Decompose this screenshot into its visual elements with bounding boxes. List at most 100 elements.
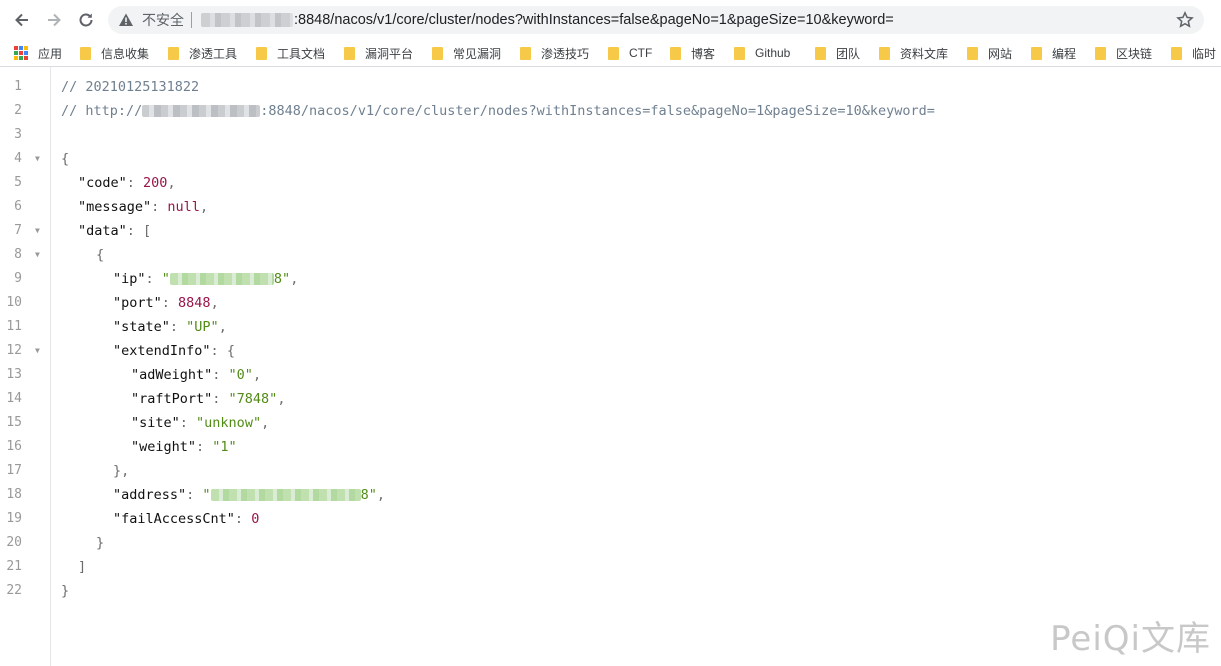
code-line: 17 }, xyxy=(0,459,1221,483)
bookmark-label: 网站 xyxy=(988,46,1013,61)
code-line: 19 "failAccessCnt": 0 xyxy=(0,507,1221,531)
line-number: 4 xyxy=(14,151,22,166)
code-line: 5 "code": 200, xyxy=(0,171,1221,195)
bookmark-folder[interactable]: 资料文库 xyxy=(879,44,948,62)
bookmark-label: Github xyxy=(755,46,791,60)
fold-toggle-icon[interactable]: ▼ xyxy=(35,147,40,171)
code-line: 7 ▼ "data": [ xyxy=(0,219,1221,243)
json-entry-data: "data": [ xyxy=(78,223,152,239)
line-number: 3 xyxy=(14,127,22,142)
json-viewer: 1 // 20210125131822 2 // http://:8848/na… xyxy=(0,67,1221,666)
bookmark-apps[interactable]: 应用 xyxy=(14,44,62,62)
json-value: 0 xyxy=(251,511,260,527)
json-entry-site: "site": "unknow", xyxy=(131,415,270,431)
bookmark-folder[interactable]: CTF xyxy=(608,44,652,62)
fold-toggle-icon[interactable]: ▼ xyxy=(35,339,40,363)
bookmark-label: 资料文库 xyxy=(900,46,949,61)
redacted-host xyxy=(201,13,293,27)
json-entry-code: "code": 200, xyxy=(78,175,176,191)
fold-toggle-icon[interactable]: ▼ xyxy=(35,219,40,243)
line-number: 8 xyxy=(14,247,22,262)
json-value: 8848 xyxy=(178,295,211,311)
folder-icon xyxy=(879,46,890,60)
arrow-right-icon xyxy=(48,13,61,27)
json-entry-ip: "ip": " 8", xyxy=(113,271,299,287)
json-value: 200 xyxy=(143,175,168,191)
reload-button[interactable] xyxy=(76,10,96,30)
json-value: "UP" xyxy=(186,319,219,335)
json-entry-adweight: "adWeight": "0", xyxy=(131,367,262,383)
bookmark-folder[interactable]: 团队 xyxy=(815,44,860,62)
bookmark-label: 漏洞平台 xyxy=(365,46,414,61)
forward-button[interactable] xyxy=(44,10,64,30)
line-number: 19 xyxy=(6,511,22,526)
line-number: 5 xyxy=(14,175,22,190)
bookmark-label: 常见漏洞 xyxy=(453,46,502,61)
json-close-brace: } xyxy=(96,535,105,551)
folder-icon xyxy=(520,46,531,60)
bookmark-folder[interactable]: 区块链 xyxy=(1095,44,1152,62)
folder-icon xyxy=(168,46,179,60)
bookmark-folder[interactable]: 渗透技巧 xyxy=(520,44,589,62)
json-value: 8" xyxy=(360,487,377,503)
comment-url-prefix: // http:// xyxy=(61,103,143,119)
json-value: null xyxy=(167,199,200,215)
bookmark-folder[interactable]: 常见漏洞 xyxy=(432,44,501,62)
json-key: "code" xyxy=(78,175,127,191)
code-line: 20 } xyxy=(0,531,1221,555)
code-line: 22 } xyxy=(0,579,1221,603)
json-key: "state" xyxy=(113,319,170,335)
bookmark-label: 博客 xyxy=(691,46,716,61)
warning-icon xyxy=(119,13,133,26)
bookmark-folder[interactable]: 信息收集 xyxy=(80,44,149,62)
json-open-brace: { xyxy=(61,151,70,167)
bookmark-folder[interactable]: 工具文档 xyxy=(256,44,325,62)
folder-icon xyxy=(608,46,619,60)
address-bar[interactable]: 不安全 :8848/nacos/v1/core/cluster/nodes?wi… xyxy=(108,6,1204,34)
watermark: PeiQi文库 xyxy=(1050,619,1211,659)
folder-icon xyxy=(967,46,978,60)
bookmark-folder[interactable]: 博客 xyxy=(670,44,715,62)
json-value: 8" xyxy=(273,271,291,287)
comment-timestamp: // 20210125131822 xyxy=(61,79,200,95)
star-icon[interactable] xyxy=(1176,11,1194,29)
code-line: 18 "address": " 8", xyxy=(0,483,1221,507)
json-open-brace: { xyxy=(226,343,235,359)
code-line: 2 // http://:8848/nacos/v1/core/cluster/… xyxy=(0,99,1221,123)
json-value: "unknow" xyxy=(196,415,262,431)
security-label: 不安全 xyxy=(142,12,184,28)
folder-icon xyxy=(1171,46,1182,60)
json-key: "data" xyxy=(78,223,127,239)
bookmark-label: CTF xyxy=(629,46,653,60)
line-number: 18 xyxy=(6,487,22,502)
bookmark-folder[interactable]: 渗透工具 xyxy=(168,44,237,62)
url-text[interactable]: :8848/nacos/v1/core/cluster/nodes?withIn… xyxy=(294,11,894,29)
back-button[interactable] xyxy=(12,10,32,30)
bookmark-folder[interactable]: 临时 xyxy=(1171,44,1216,62)
line-number: 9 xyxy=(14,271,22,286)
bookmark-folder[interactable]: 编程 xyxy=(1031,44,1076,62)
code-line: 3 xyxy=(0,123,1221,147)
bookmark-folder[interactable]: 漏洞平台 xyxy=(344,44,413,62)
folder-icon xyxy=(815,46,826,60)
line-number: 21 xyxy=(6,559,22,574)
folder-icon xyxy=(80,46,91,60)
json-close-bracket: ] xyxy=(78,559,87,575)
json-key: "weight" xyxy=(131,439,197,455)
code-line: 1 // 20210125131822 xyxy=(0,75,1221,99)
json-key: "extendInfo" xyxy=(113,343,211,359)
json-open-brace: { xyxy=(96,247,105,263)
folder-icon xyxy=(670,46,681,60)
code-line: 12 ▼ "extendInfo": { xyxy=(0,339,1221,363)
bookmark-label: 应用 xyxy=(38,46,63,61)
fold-toggle-icon[interactable]: ▼ xyxy=(35,243,40,267)
arrow-left-icon xyxy=(15,13,28,27)
code-line: 10 "port": 8848, xyxy=(0,291,1221,315)
code-line: 21 ] xyxy=(0,555,1221,579)
divider xyxy=(191,12,192,28)
bookmark-folder[interactable]: Github xyxy=(734,44,790,62)
code-line: 13 "adWeight": "0", xyxy=(0,363,1221,387)
redacted-ip xyxy=(169,273,274,285)
bookmark-folder[interactable]: 网站 xyxy=(967,44,1012,62)
folder-icon xyxy=(256,46,267,60)
